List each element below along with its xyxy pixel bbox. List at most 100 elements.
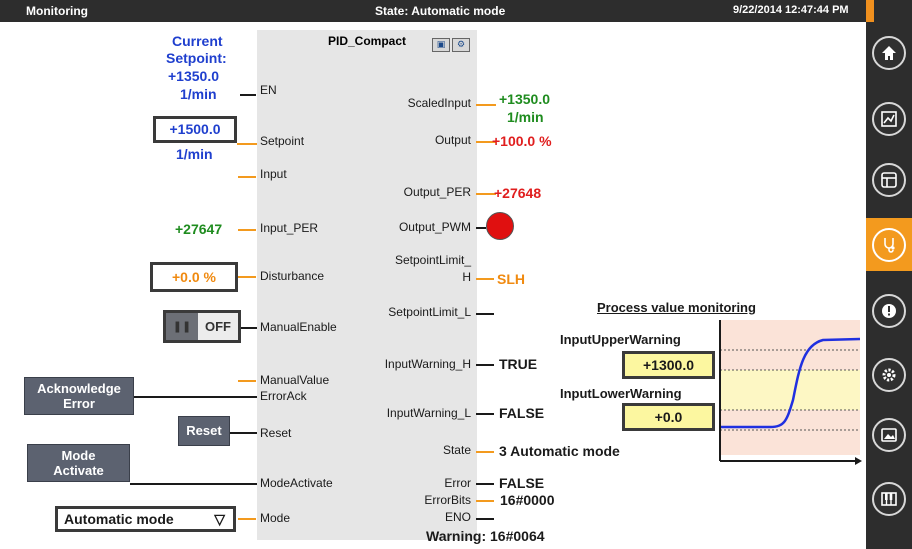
pin-disturbance: Disturbance [260, 269, 325, 283]
pin-output: Output [434, 133, 471, 147]
nav-keyboard-button[interactable] [866, 472, 912, 525]
pin-setpoint: Setpoint [260, 134, 305, 148]
pin-output-pwm: Output_PWM [398, 220, 471, 234]
mode-activate-connector [130, 483, 257, 485]
state-connector [476, 451, 494, 453]
output-pwm-connector [476, 227, 486, 229]
upper-warning-label: InputUpperWarning [560, 332, 681, 347]
setpoint-limit-h-value: SLH [497, 271, 525, 287]
nav-home-button[interactable] [866, 26, 912, 79]
process-value-chart [719, 320, 862, 465]
pin-en: EN [260, 83, 277, 97]
pin-setpoint-limit-h-2: H [462, 270, 471, 284]
pin-eno: ENO [444, 510, 471, 524]
mode-select[interactable]: Automatic mode ▽ [55, 506, 236, 532]
pin-input-warning-h: InputWarning_H [384, 357, 471, 371]
pin-error-bits: ErrorBits [424, 493, 471, 507]
setpoint-connector [237, 143, 257, 145]
error-bits-connector [476, 500, 494, 502]
error-bits-value: 16#0000 [500, 492, 555, 508]
current-setpoint-value: +1350.0 [168, 68, 219, 84]
scaled-input-unit: 1/min [507, 109, 544, 125]
manual-value-connector [238, 380, 256, 382]
en-connector [240, 94, 256, 96]
pin-manual-enable: ManualEnable [260, 320, 337, 334]
output-pwm-indicator [486, 212, 514, 240]
header-bar: Monitoring State: Automatic mode 9/22/20… [0, 0, 866, 22]
piano-keys-icon [881, 491, 897, 506]
pin-mode-activate: ModeActivate [260, 476, 333, 490]
warning-value: Warning: 16#0064 [426, 528, 545, 544]
nav-alarms-button[interactable] [866, 284, 912, 337]
state-indicator: State: Automatic mode [375, 4, 506, 18]
output-per-connector [476, 193, 496, 195]
input-warning-h-value: TRUE [499, 356, 538, 372]
input-warning-h-connector [476, 364, 494, 366]
monitor-title: Process value monitoring [597, 300, 756, 315]
nav-diagnostics-button[interactable] [866, 218, 912, 271]
output-per-value: +27648 [494, 185, 542, 201]
current-setpoint-unit: 1/min [180, 86, 217, 102]
manual-enable-toggle[interactable]: ❚❚ OFF [163, 310, 241, 343]
block-status-icons: ▣ ⚙ [432, 38, 470, 52]
input-warning-l-value: FALSE [499, 405, 545, 421]
acknowledge-error-button[interactable]: Acknowledge Error [24, 377, 134, 415]
nav-image-button[interactable] [866, 408, 912, 461]
error-connector [476, 483, 494, 485]
normal-zone [720, 370, 860, 410]
home-icon [882, 45, 896, 60]
error-ack-connector [134, 396, 257, 398]
pin-output-per: Output_PER [403, 185, 471, 199]
output-value: +100.0 % [492, 133, 552, 149]
disturbance-input[interactable]: +0.0 % [150, 262, 238, 292]
input-warning-l-connector [476, 413, 494, 415]
pin-scaled-input: ScaledInput [407, 96, 471, 110]
error-value: FALSE [499, 475, 545, 491]
pin-setpoint-limit-l: SetpointLimit_L [388, 305, 471, 319]
nav-layout-button[interactable] [866, 153, 912, 206]
layout-icon [881, 171, 897, 188]
setpoint-unit: 1/min [176, 146, 213, 162]
pin-input-warning-l: InputWarning_L [386, 406, 471, 420]
image-icon [881, 427, 897, 442]
setpoint-input[interactable]: +1500.0 [153, 116, 237, 143]
disturbance-connector [238, 276, 256, 278]
current-setpoint-label-1: Current [172, 33, 223, 49]
input-per-connector [238, 229, 256, 231]
pin-reset: Reset [260, 426, 292, 440]
x-axis-arrow [855, 457, 862, 465]
gear-icon [882, 368, 896, 381]
pin-error: Error [444, 476, 471, 490]
setpoint-limit-h-connector [476, 278, 494, 280]
toggle-knob: ❚❚ [166, 313, 198, 340]
reset-connector [230, 432, 257, 434]
input-per-value: +27647 [175, 221, 223, 237]
current-setpoint-label-2: Setpoint: [166, 50, 227, 66]
lower-warning-input[interactable]: +0.0 [622, 403, 715, 431]
stethoscope-icon [884, 237, 895, 253]
upper-alarm-zone [720, 320, 860, 370]
pin-setpoint-limit-h-1: SetpointLimit_ [394, 253, 471, 267]
nav-settings-button[interactable] [866, 348, 912, 401]
alarm-warning-icon [882, 303, 896, 318]
pin-error-ack: ErrorAck [260, 389, 307, 403]
setpoint-limit-l-connector [476, 313, 494, 315]
input-connector [238, 176, 256, 178]
pin-state: State [442, 443, 471, 457]
trend-chart-icon [881, 110, 897, 127]
nav-trend-button[interactable] [866, 92, 912, 145]
reset-button[interactable]: Reset [178, 416, 230, 446]
online-icon: ▣ [432, 38, 450, 52]
ack-button-line2: Error [63, 396, 95, 411]
scaled-input-connector [476, 104, 496, 106]
mode-activate-button[interactable]: Mode Activate [27, 444, 130, 482]
mode-button-line2: Activate [53, 463, 104, 478]
lower-warning-label: InputLowerWarning [560, 386, 682, 401]
pin-mode: Mode [260, 511, 291, 525]
upper-warning-input[interactable]: +1300.0 [622, 351, 715, 379]
ack-button-line1: Acknowledge [37, 381, 121, 396]
lower-alarm-zone [720, 410, 860, 455]
scaled-input-value: +1350.0 [499, 91, 550, 107]
pin-input-per: Input_PER [260, 221, 319, 235]
datetime-display: 9/22/2014 12:47:44 PM [733, 4, 849, 16]
